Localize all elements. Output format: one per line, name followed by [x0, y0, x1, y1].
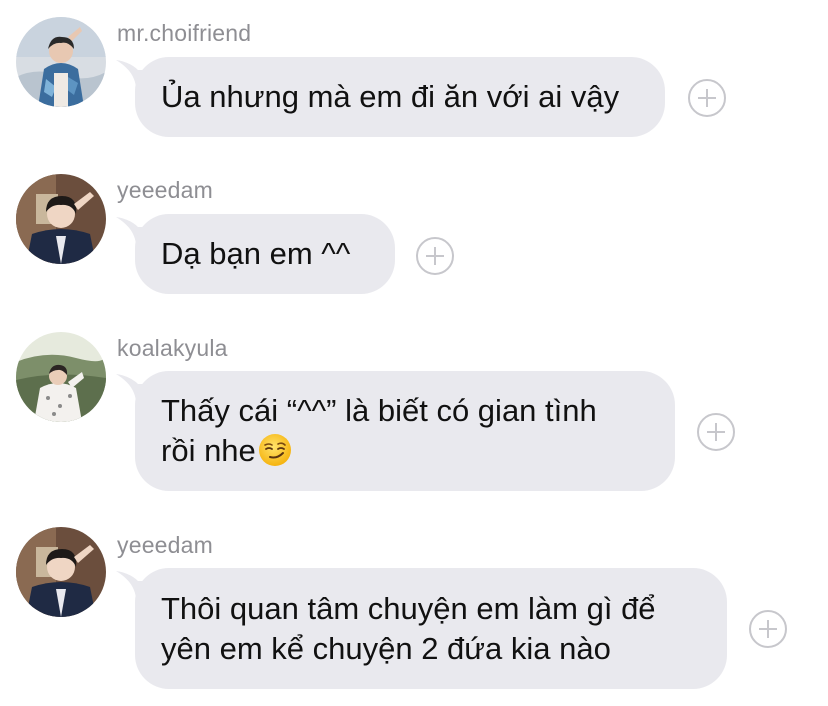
add-reaction-icon[interactable]: [749, 610, 787, 648]
message-row: yeeedam Thôi quan tâm chuyện em làm gì đ…: [0, 505, 828, 706]
message-text: Ủa nhưng mà em đi ăn với ai vậy: [161, 79, 620, 114]
add-reaction-icon[interactable]: [688, 79, 726, 117]
message-row: koalakyula Thấy cái “^^” là biết có gian…: [0, 320, 828, 505]
message-row: yeeedam Dạ bạn em ^^: [0, 160, 828, 320]
message-text-line: Thôi quan tâm chuyện em làm gì để: [161, 590, 656, 626]
message-row: mr.choifriend Ủa nhưng mà em đi ăn với a…: [0, 0, 828, 160]
message-text-line: yên em kể chuyện 2 đứa kia nào: [161, 630, 611, 666]
profile-photo-icon: [16, 17, 106, 107]
username[interactable]: yeeedam: [117, 532, 213, 559]
avatar-mr-choifriend[interactable]: [16, 17, 106, 107]
message-bubble[interactable]: Thấy cái “^^” là biết có gian tình rồi n…: [135, 371, 675, 491]
profile-photo-icon: [16, 332, 106, 422]
message-bubble[interactable]: Dạ bạn em ^^: [135, 214, 395, 294]
message-bubble[interactable]: Ủa nhưng mà em đi ăn với ai vậy: [135, 57, 665, 137]
message-bubble[interactable]: Thôi quan tâm chuyện em làm gì để yên em…: [135, 568, 727, 689]
message-text-line: rồi nhe: [161, 431, 649, 471]
avatar-yeeedam[interactable]: [16, 527, 106, 617]
profile-photo-icon: [16, 527, 106, 617]
avatar-yeeedam[interactable]: [16, 174, 106, 264]
message-text: Dạ bạn em ^^: [161, 236, 351, 271]
add-reaction-icon[interactable]: [416, 237, 454, 275]
username[interactable]: mr.choifriend: [117, 20, 251, 47]
username[interactable]: yeeedam: [117, 177, 213, 204]
username[interactable]: koalakyula: [117, 335, 228, 362]
profile-photo-icon: [16, 174, 106, 264]
message-text-line: Thấy cái “^^” là biết có gian tình: [161, 393, 597, 428]
avatar-koalakyula[interactable]: [16, 332, 106, 422]
add-reaction-icon[interactable]: [697, 413, 735, 451]
smirking-face-emoji: [258, 434, 291, 466]
